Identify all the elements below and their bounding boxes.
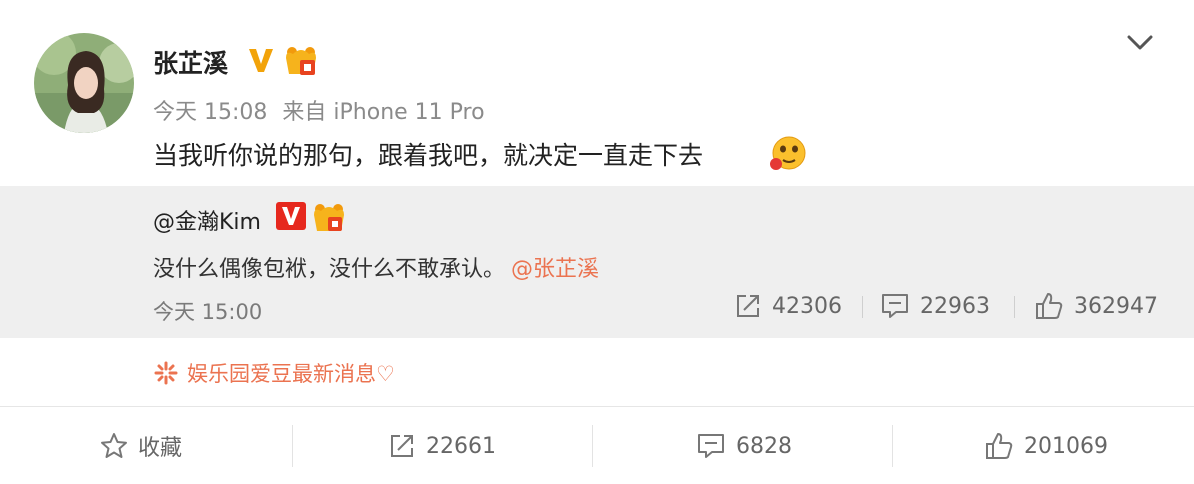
topic-icon bbox=[154, 361, 178, 385]
avatar[interactable] bbox=[34, 33, 134, 133]
comment-icon bbox=[882, 294, 908, 318]
like-count: 362947 bbox=[1074, 293, 1158, 319]
repost-like-button[interactable]: 362947 bbox=[1034, 288, 1158, 324]
forward-count: 22661 bbox=[426, 433, 496, 459]
comment-icon bbox=[698, 434, 724, 458]
like-icon bbox=[986, 433, 1013, 459]
divider bbox=[292, 425, 293, 467]
post-meta: 今天 15:08 来自 iPhone 11 Pro bbox=[153, 94, 485, 126]
divider bbox=[862, 296, 863, 318]
comment-button[interactable]: 6828 bbox=[696, 407, 792, 484]
verified-icon bbox=[249, 49, 273, 72]
repost-text: 没什么偶像包袱，没什么不敢承认。 @张芷溪 bbox=[153, 251, 599, 283]
favorite-label: 收藏 bbox=[138, 436, 183, 461]
repost-comment-button[interactable]: 22963 bbox=[880, 288, 990, 324]
topic-label[interactable]: 娱乐园爱豆最新消息♡ bbox=[187, 358, 395, 388]
favorite-button[interactable]: 收藏 bbox=[100, 407, 182, 484]
source-device[interactable]: iPhone 11 Pro bbox=[333, 100, 484, 125]
forward-icon bbox=[391, 435, 413, 457]
crown-badge-icon bbox=[286, 47, 316, 75]
like-count: 201069 bbox=[1024, 433, 1108, 459]
comment-count: 6828 bbox=[736, 433, 792, 459]
topic-source[interactable]: 娱乐园爱豆最新消息♡ bbox=[153, 358, 395, 388]
repost-author[interactable]: @金瀚Kim bbox=[153, 204, 261, 236]
post-time[interactable]: 今天 15:08 bbox=[153, 100, 267, 125]
face-emoji-icon bbox=[770, 136, 806, 170]
forward-button[interactable]: 22661 bbox=[388, 407, 496, 484]
forward-count: 42306 bbox=[772, 293, 842, 319]
like-button[interactable]: 201069 bbox=[984, 407, 1108, 484]
forward-icon bbox=[737, 295, 759, 317]
source-prefix: 来自 bbox=[282, 100, 327, 125]
star-icon bbox=[101, 433, 127, 458]
chevron-down-icon[interactable] bbox=[1122, 28, 1158, 56]
divider bbox=[592, 425, 593, 467]
verified-icon bbox=[276, 202, 306, 230]
comment-count: 22963 bbox=[920, 293, 990, 319]
divider bbox=[1014, 296, 1015, 318]
repost-body: 没什么偶像包袱，没什么不敢承认。 bbox=[153, 257, 506, 282]
divider bbox=[892, 425, 893, 467]
action-toolbar: 收藏 22661 6828 201069 bbox=[0, 406, 1194, 484]
weibo-post: 张芷溪 今天 15:08 来自 iPhone 11 Pro 当我听你说的那句，跟… bbox=[0, 0, 1194, 484]
repost-forward-button[interactable]: 42306 bbox=[734, 288, 842, 324]
post-text: 当我听你说的那句，跟着我吧，就决定一直走下去 bbox=[153, 141, 704, 170]
repost-time[interactable]: 今天 15:00 bbox=[153, 296, 262, 326]
like-icon bbox=[1036, 293, 1063, 319]
mention-link[interactable]: @张芷溪 bbox=[511, 257, 599, 282]
user-name[interactable]: 张芷溪 bbox=[153, 44, 228, 80]
crown-badge-icon bbox=[314, 204, 344, 231]
repost-card[interactable]: @金瀚Kim 没什么偶像包袱，没什么不敢承认。 @张芷溪 今天 15:00 423… bbox=[0, 186, 1194, 338]
